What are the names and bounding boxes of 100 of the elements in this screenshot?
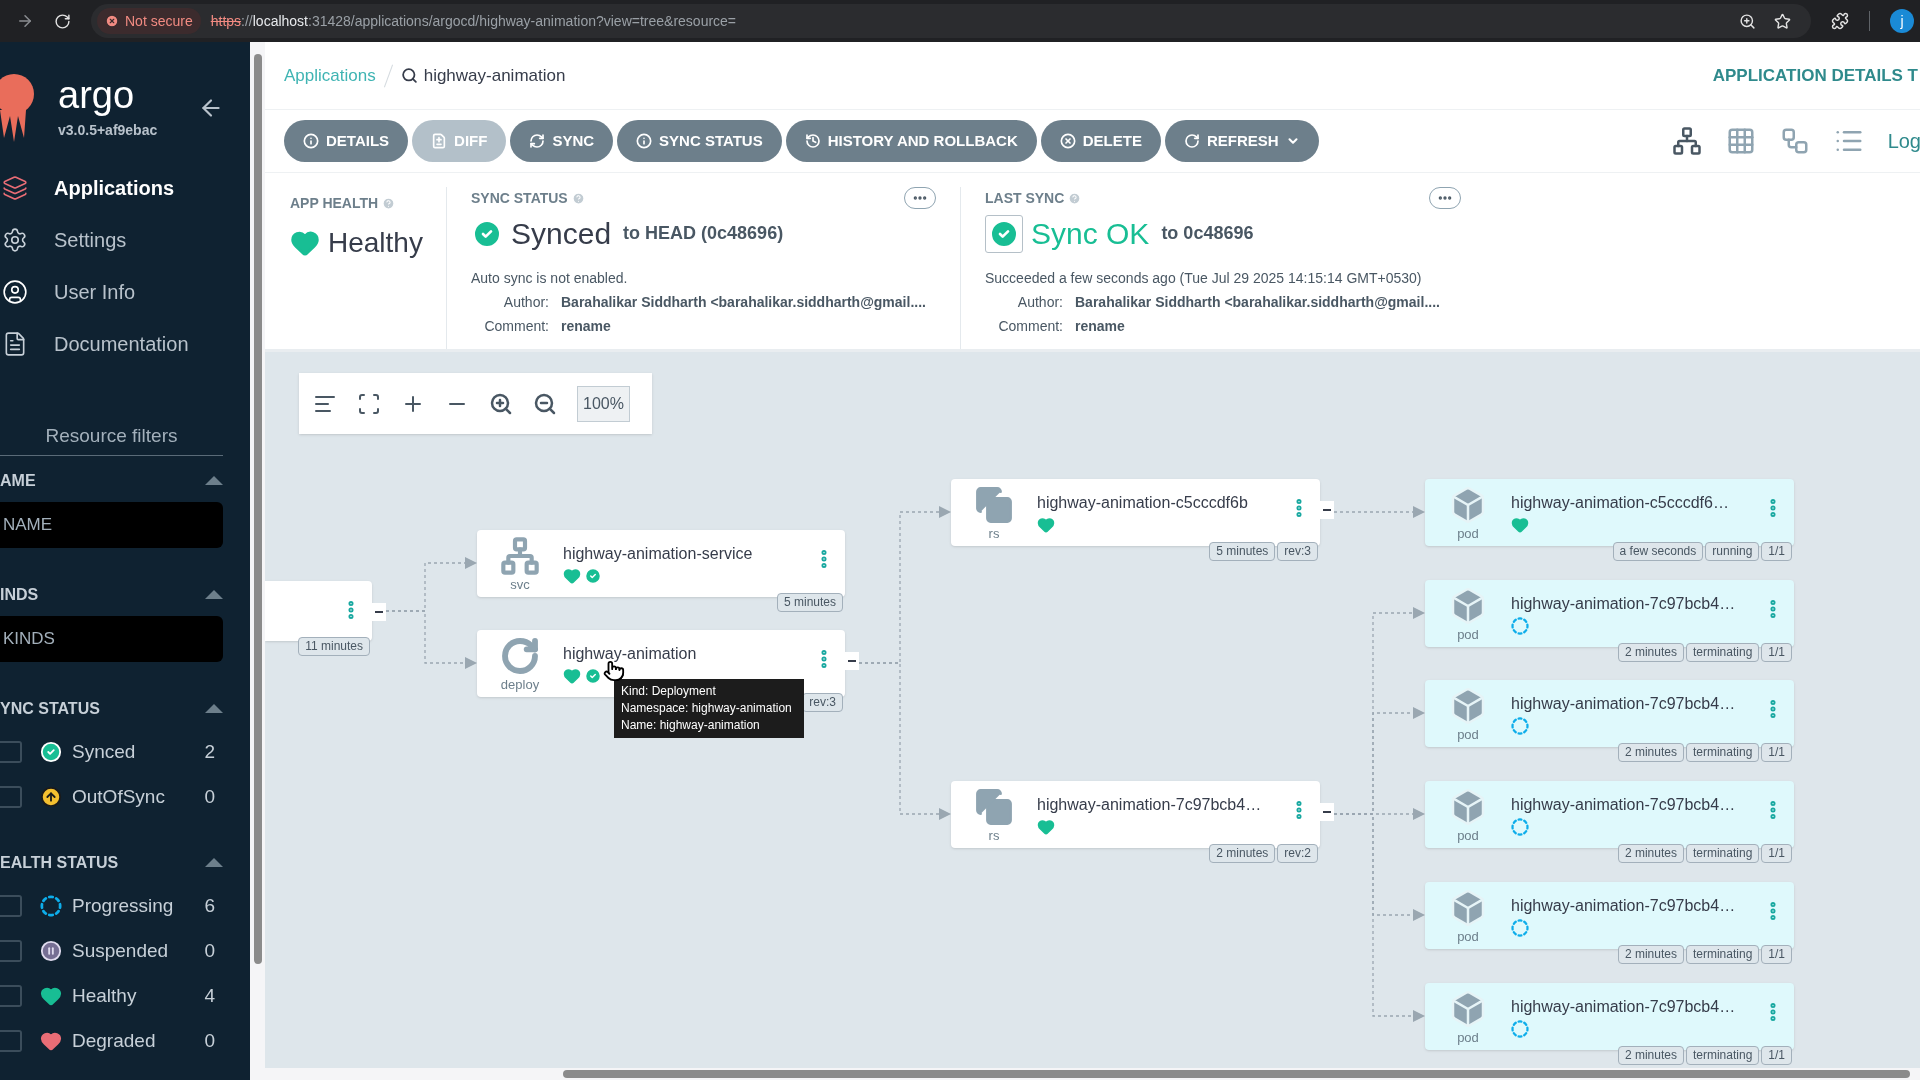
sync-note: Succeeded a few seconds ago (Tue Jul 29 2025 14:15:14 GMT+0530) [985,269,1423,288]
forward-button[interactable] [16,12,34,30]
settings-icon [2,227,28,253]
checkbox[interactable] [0,895,22,917]
revision-text: to 0c48696 [1161,222,1254,245]
field-label: Author: [1016,293,1063,312]
filter-option-label: Healthy [72,983,137,1008]
resource-name: highway-animation-service [563,544,753,564]
nav-item[interactable]: Applications [0,162,250,214]
zoom-level[interactable]: 100% [577,385,630,422]
layers-icon [2,175,28,201]
checkbox[interactable] [0,786,22,808]
resource-name: highway-animation-c5cccdf6b [1037,493,1248,513]
logs-link[interactable]: Log [1887,126,1920,156]
tree-view-icon[interactable] [1671,126,1702,156]
node-tag: rev:2 [1277,844,1318,863]
kind-label: pod [1457,829,1479,842]
toolbar-button[interactable]: REFRESH [1164,120,1319,162]
node-tag: 5 minutes [1209,542,1276,561]
collapse-button[interactable] [845,652,859,670]
node-tag: 1/1 [1761,844,1792,863]
field-label: Comment: [997,317,1063,336]
health-status-text: Healthy [328,226,423,260]
rotate-icon [500,636,540,676]
toolbar-button[interactable]: SYNC STATUS [617,120,782,162]
node-tag: 2 minutes [1617,1046,1684,1065]
info-icon [303,133,319,149]
toolbar-button[interactable]: HISTORY AND ROLLBACK [785,120,1037,162]
resource-node[interactable] [265,581,372,641]
nav-item[interactable]: User Info [0,266,250,318]
node-tag: 1/1 [1761,1046,1792,1065]
security-chip[interactable]: Not secure [97,8,201,34]
filter-option-label: Synced [72,739,136,764]
version-text: v3.0.5+af9ebac [58,120,158,140]
filter-option-label: Suspended [72,938,169,963]
zoom-icon[interactable] [1739,12,1756,30]
toggle-caret-icon[interactable] [205,590,223,599]
checkbox[interactable] [0,1030,22,1052]
filter-heading: INDS [0,584,39,605]
resource-node[interactable]: rs highway-animation-c5cccdf6b [951,479,1320,546]
zoom-out-icon[interactable] [533,391,557,416]
nav-item[interactable]: Settings [0,214,250,266]
filter-count: 0 [204,938,215,963]
filter-count: 0 [204,784,215,809]
node-tag: terminating [1685,743,1760,762]
fit-screen-icon[interactable] [357,391,381,416]
sync-status-text: Synced [511,216,612,252]
field-value: Barahalikar Siddharth <barahalikar.siddharth@gmail.... [1075,293,1440,312]
resource-node[interactable]: pod highway-animation-7c97bcb4… [1425,680,1794,747]
toggle-caret-icon[interactable] [205,858,223,867]
horizontal-scrollbar[interactable] [265,1068,1920,1080]
user-icon [2,279,28,305]
extensions-icon[interactable] [1831,12,1849,30]
help-icon [382,197,396,210]
toggle-caret-icon[interactable] [205,704,223,713]
profile-avatar[interactable]: j [1890,9,1914,33]
node-tag: a few seconds [1612,542,1704,561]
nav-item[interactable]: Documentation [0,318,250,370]
resource-name: highway-animation-7c97bcb4… [1511,795,1736,815]
toggle-caret-icon[interactable] [205,476,223,485]
checkbox[interactable] [0,985,22,1007]
kind-label: pod [1457,1031,1479,1044]
filter-field[interactable]: KINDS [0,615,223,662]
zoom-in-icon[interactable] [489,391,513,416]
toolbar-button[interactable]: DETAILS [284,120,409,162]
resource-node[interactable]: pod highway-animation-7c97bcb4… [1425,882,1794,949]
stacked-squares-icon [974,787,1014,827]
collapse-button[interactable] [372,603,386,621]
filter-heading: AME [0,470,36,491]
bookmark-icon[interactable] [1774,12,1791,30]
checkbox[interactable] [0,940,22,962]
sync-icon [529,133,546,149]
filter-field[interactable]: NAME [0,501,223,548]
resource-node[interactable]: pod highway-animation-c5cccdf6… [1425,479,1794,546]
stacked-squares-icon [974,485,1014,525]
kind-label: rs [988,829,1000,842]
node-tag: 1/1 [1761,643,1792,662]
address-bar[interactable]: Not secure https://localhost:31428/applications/argocd/highway-animation?view=tree&resource= [91,4,1811,38]
resource-node[interactable]: svc highway-animation-service [477,530,845,597]
vertical-scrollbar[interactable] [250,42,265,1080]
node-tag: rev:3 [1277,542,1318,561]
checkbox[interactable] [0,741,22,763]
toolbar-button[interactable]: SYNC [510,120,614,162]
app-name-search[interactable]: highway-animation [423,62,566,89]
kind-label: deploy [500,678,540,691]
reload-button[interactable] [54,12,71,30]
resource-node[interactable]: pod highway-animation-7c97bcb4… [1425,580,1794,647]
node-tag: running [1705,542,1760,561]
toolbar-button[interactable]: DELETE [1040,120,1161,162]
resource-node[interactable]: pod highway-animation-7c97bcb4… [1425,983,1794,1050]
collapse-button[interactable] [1320,501,1334,519]
resource-node[interactable]: rs highway-animation-7c97bcb4… [951,781,1320,848]
collapse-button[interactable] [1320,803,1334,821]
node-tag: 1/1 [1761,945,1792,964]
section-label: SYNC STATUS [471,188,568,208]
filter-count: 0 [204,1028,215,1053]
resource-node[interactable]: pod highway-animation-7c97bcb4… [1425,781,1794,848]
filter-count: 4 [204,983,215,1008]
refresh-icon [1183,133,1200,149]
kind-label: pod [1457,728,1479,741]
